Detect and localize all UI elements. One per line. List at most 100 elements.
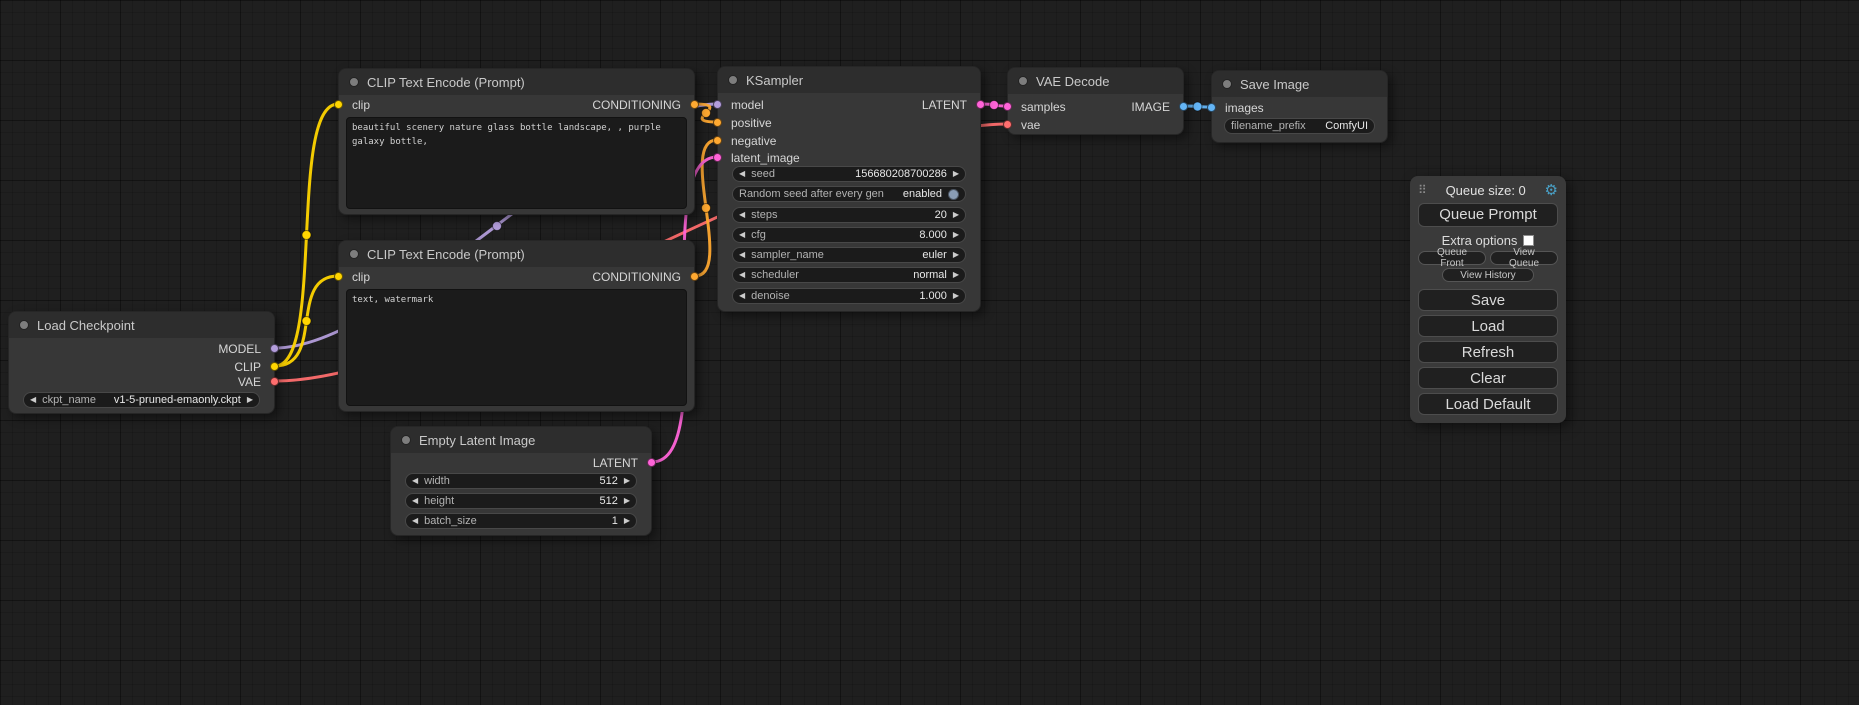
port-clip-output[interactable] [270,362,279,371]
prompt-textarea[interactable]: text, watermark [346,289,687,406]
port-vae-input[interactable] [1003,120,1012,129]
collapse-dot-icon[interactable] [728,75,738,85]
collapse-dot-icon[interactable] [1222,79,1232,89]
load-button[interactable]: Load [1418,315,1558,337]
arrow-left-icon[interactable]: ◀ [412,474,418,488]
view-history-button[interactable]: View History [1442,268,1534,282]
widget-seed[interactable]: ◀ seed 156680208700286 ▶ [732,166,966,182]
extra-options-checkbox[interactable] [1523,235,1534,246]
port-latent-image-input[interactable] [713,153,722,162]
arrow-left-icon[interactable]: ◀ [739,228,745,242]
arrow-left-icon[interactable]: ◀ [739,268,745,282]
node-clip-text-encode-negative[interactable]: CLIP Text Encode (Prompt) clip CONDITION… [338,240,695,412]
arrow-right-icon[interactable]: ▶ [953,228,959,242]
node-title-bar[interactable]: Load Checkpoint [9,312,274,338]
queue-menu-panel[interactable]: ⠿ Queue size: 0 ⚙ Queue Prompt Extra opt… [1410,176,1566,423]
widget-denoise[interactable]: ◀ denoise 1.000 ▶ [732,288,966,304]
arrow-right-icon[interactable]: ▶ [624,474,630,488]
widget-steps[interactable]: ◀ steps 20 ▶ [732,207,966,223]
arrow-left-icon[interactable]: ◀ [739,167,745,181]
collapse-dot-icon[interactable] [349,249,359,259]
arrow-left-icon[interactable]: ◀ [739,289,745,303]
port-model-output[interactable] [270,344,279,353]
settings-gear-icon[interactable]: ⚙ [1545,183,1558,198]
widget-value: v1-5-pruned-emaonly.ckpt [114,393,241,407]
arrow-right-icon[interactable]: ▶ [953,208,959,222]
graph-canvas[interactable]: { "colors": { "model": "#B39DDB", "clip"… [0,0,1859,705]
prompt-textarea[interactable]: beautiful scenery nature glass bottle la… [346,117,687,209]
toggle-knob-icon[interactable] [948,189,959,200]
port-image-output[interactable] [1179,102,1188,111]
port-images-input[interactable] [1207,103,1216,112]
widget-sampler-name[interactable]: ◀ sampler_name euler ▶ [732,247,966,263]
node-ksampler[interactable]: KSampler model positive negative latent_… [717,66,981,312]
collapse-dot-icon[interactable] [401,435,411,445]
arrow-left-icon[interactable]: ◀ [412,494,418,508]
node-title: VAE Decode [1036,74,1109,89]
arrow-right-icon[interactable]: ▶ [624,514,630,528]
node-title-bar[interactable]: VAE Decode [1008,68,1183,94]
arrow-right-icon[interactable]: ▶ [953,268,959,282]
node-empty-latent-image[interactable]: Empty Latent Image LATENT ◀ width 512 ▶ … [390,426,652,536]
arrow-left-icon[interactable]: ◀ [739,208,745,222]
port-conditioning-output[interactable] [690,100,699,109]
clear-button[interactable]: Clear [1418,367,1558,389]
queue-prompt-button[interactable]: Queue Prompt [1418,203,1558,227]
collapse-dot-icon[interactable] [1018,76,1028,86]
load-default-button[interactable]: Load Default [1418,393,1558,415]
node-title-bar[interactable]: Empty Latent Image [391,427,651,453]
node-title-bar[interactable]: Save Image [1212,71,1387,97]
widget-width[interactable]: ◀ width 512 ▶ [405,473,637,489]
widget-filename-prefix[interactable]: filename_prefix ComfyUI [1224,118,1375,134]
collapse-dot-icon[interactable] [349,77,359,87]
node-title-bar[interactable]: KSampler [718,67,980,93]
port-negative-input[interactable] [713,136,722,145]
node-vae-decode[interactable]: VAE Decode samples vae IMAGE [1007,67,1184,135]
arrow-right-icon[interactable]: ▶ [953,248,959,262]
link-midpoint-dot [493,222,502,231]
arrow-right-icon[interactable]: ▶ [953,289,959,303]
arrow-left-icon[interactable]: ◀ [739,248,745,262]
port-positive-input[interactable] [713,118,722,127]
node-save-image[interactable]: Save Image images filename_prefix ComfyU… [1211,70,1388,143]
port-clip-input[interactable] [334,100,343,109]
node-title-bar[interactable]: CLIP Text Encode (Prompt) [339,69,694,95]
widget-label: ckpt_name [42,393,96,407]
port-model-input[interactable] [713,100,722,109]
wire-clip-to-positive-prompt [275,104,338,366]
widget-cfg[interactable]: ◀ cfg 8.000 ▶ [732,227,966,243]
widget-value: ComfyUI [1325,119,1368,133]
port-label-latent: LATENT [922,98,967,112]
widget-label: filename_prefix [1231,119,1306,133]
refresh-button[interactable]: Refresh [1418,341,1558,363]
save-button[interactable]: Save [1418,289,1558,311]
arrow-right-icon[interactable]: ▶ [247,393,253,407]
collapse-dot-icon[interactable] [19,320,29,330]
widget-batch-size[interactable]: ◀ batch_size 1 ▶ [405,513,637,529]
port-latent-output[interactable] [976,100,985,109]
port-conditioning-output[interactable] [690,272,699,281]
queue-front-button[interactable]: Queue Front [1418,251,1486,265]
widget-scheduler[interactable]: ◀ scheduler normal ▶ [732,267,966,283]
widget-value: 8.000 [919,228,947,242]
port-latent-output[interactable] [647,458,656,467]
widget-random-seed-toggle[interactable]: Random seed after every gen enabled [732,186,966,202]
node-load-checkpoint[interactable]: Load Checkpoint MODEL CLIP VAE ◀ ckpt_na… [8,311,275,414]
port-samples-input[interactable] [1003,102,1012,111]
arrow-right-icon[interactable]: ▶ [624,494,630,508]
port-clip-input[interactable] [334,272,343,281]
widget-height[interactable]: ◀ height 512 ▶ [405,493,637,509]
node-title: Load Checkpoint [37,318,135,333]
port-vae-output[interactable] [270,377,279,386]
arrow-left-icon[interactable]: ◀ [30,393,36,407]
widget-value: 156680208700286 [855,167,947,181]
link-midpoint-dot [1193,102,1202,111]
arrow-right-icon[interactable]: ▶ [953,167,959,181]
drag-handle-icon[interactable]: ⠿ [1418,183,1427,197]
arrow-left-icon[interactable]: ◀ [412,514,418,528]
node-title-bar[interactable]: CLIP Text Encode (Prompt) [339,241,694,267]
view-queue-button[interactable]: View Queue [1490,251,1558,265]
widget-ckpt-name[interactable]: ◀ ckpt_name v1-5-pruned-emaonly.ckpt ▶ [23,392,260,408]
node-clip-text-encode-positive[interactable]: CLIP Text Encode (Prompt) clip CONDITION… [338,68,695,215]
port-label-conditioning: CONDITIONING [592,98,681,112]
